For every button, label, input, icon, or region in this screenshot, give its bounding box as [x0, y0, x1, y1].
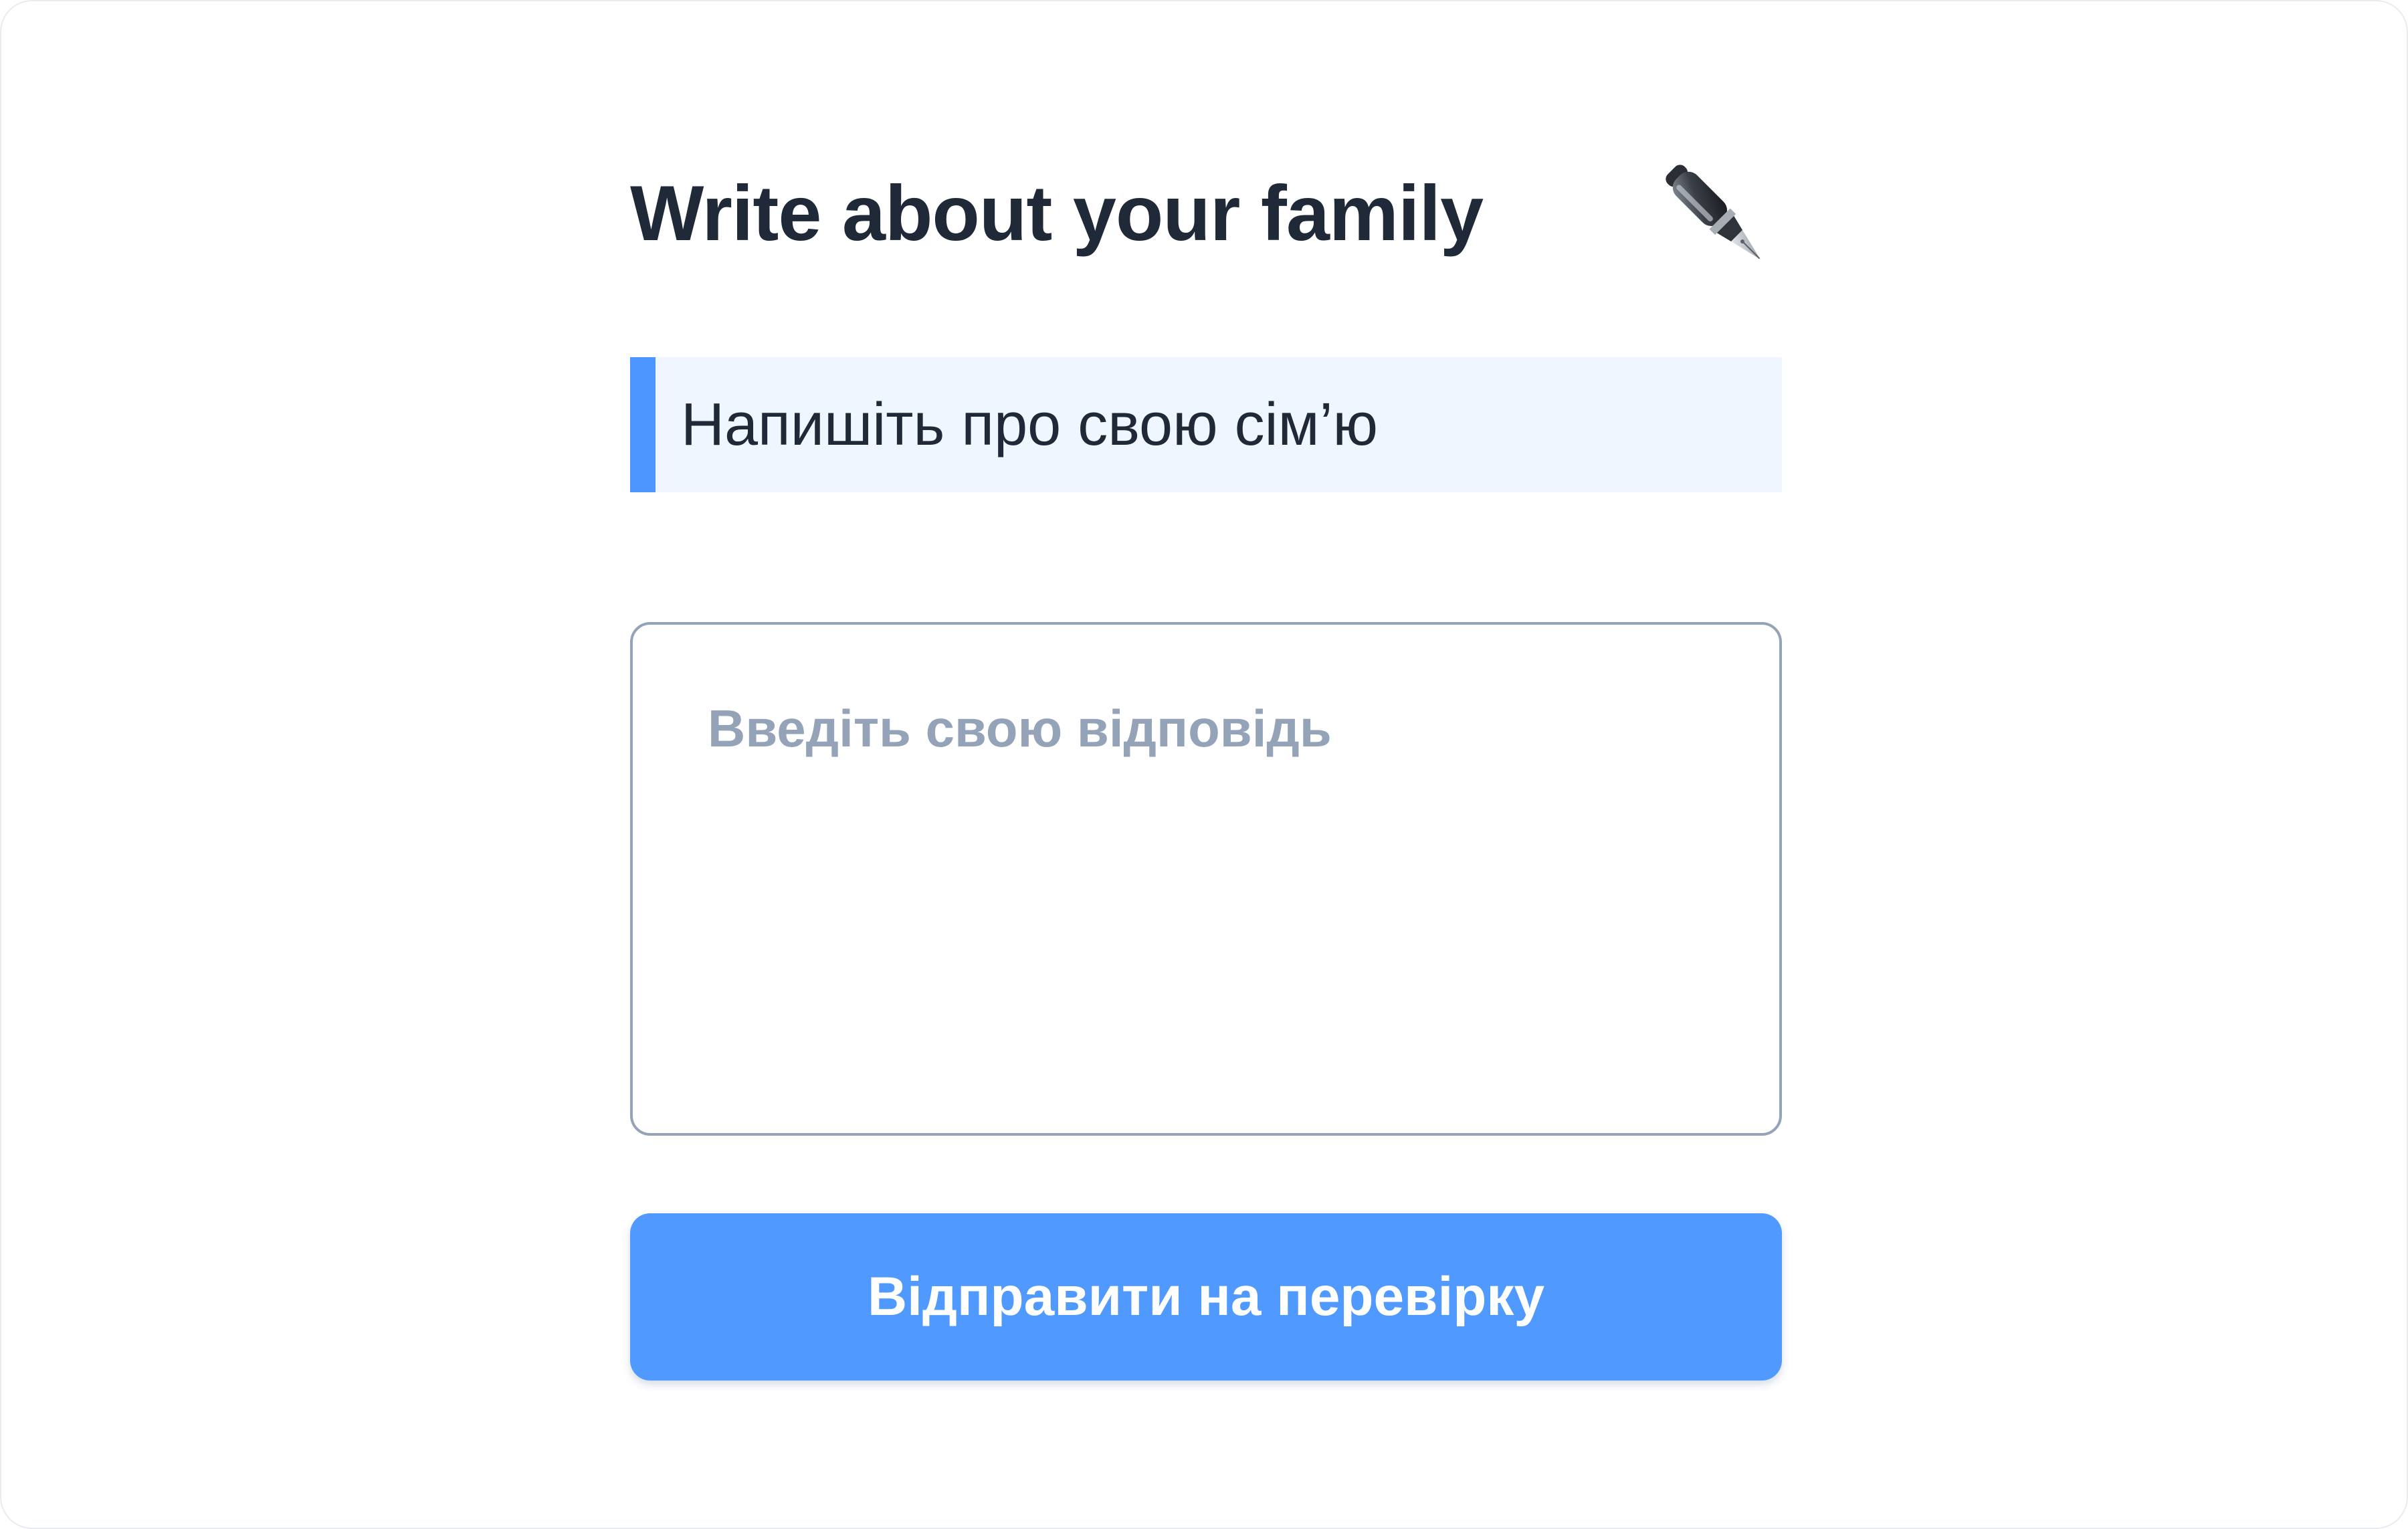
fountain-pen-icon — [1666, 165, 1761, 260]
prompt-text: Напишіть про свою сім’ю — [681, 391, 1378, 458]
exercise-header: Write about your family — [630, 142, 1782, 282]
submit-for-review-button[interactable]: Відправити на перевірку — [630, 1213, 1782, 1381]
answer-input[interactable] — [630, 622, 1782, 1136]
exercise-card: Write about your family Напишіть про сво… — [630, 142, 1782, 1381]
prompt-block: Напишіть про свою сім’ю — [630, 357, 1782, 492]
app-frame: Write about your family Напишіть про сво… — [0, 0, 2408, 1529]
page-title: Write about your family — [630, 169, 1484, 257]
